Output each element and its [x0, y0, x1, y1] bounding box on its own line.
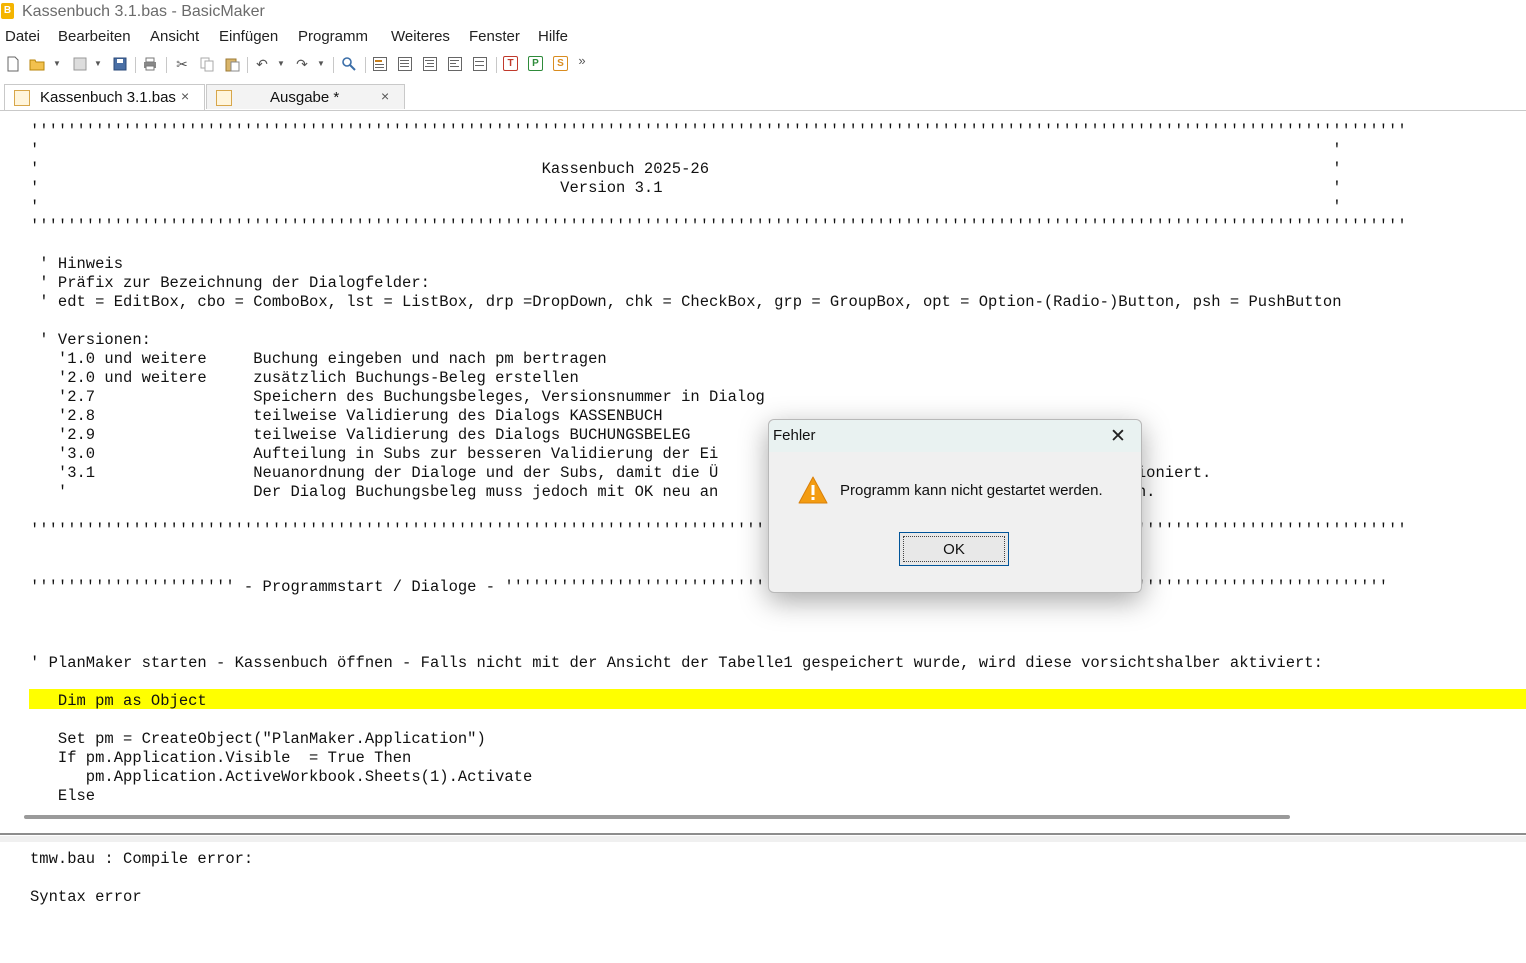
output-line: tmw.bau : Compile error: — [30, 850, 254, 868]
redo-dropdown-icon[interactable]: ▼ — [317, 59, 325, 68]
code-line: ''''''''''''''''''''''''''''''''''''''''… — [30, 217, 1407, 235]
toolbar-separator — [365, 57, 366, 73]
step-over-icon[interactable] — [447, 56, 463, 72]
planmaker-icon[interactable]: P — [528, 56, 543, 71]
tab-label: Ausgabe * — [270, 89, 340, 106]
step-icon[interactable] — [397, 56, 413, 72]
menu-bearbeiten[interactable]: Bearbeiten — [58, 28, 131, 45]
menu-ansicht[interactable]: Ansicht — [150, 28, 199, 45]
basic-file-icon — [216, 90, 232, 106]
code-line: ' Kassenbuch 2025-26 ' — [30, 160, 1342, 178]
tab-label: Kassenbuch 3.1.bas — [40, 89, 176, 106]
open-dropdown-icon[interactable]: ▼ — [53, 59, 61, 68]
menu-einfuegen[interactable]: Einfügen — [219, 28, 278, 45]
menu-weiteres[interactable]: Weiteres — [391, 28, 450, 45]
code-line: ' ' — [30, 198, 1342, 216]
code-line: '1.0 und weitere Buchung eingeben und na… — [30, 350, 607, 368]
search-icon[interactable] — [341, 56, 357, 72]
dialog-close-icon[interactable]: ✕ — [1110, 425, 1126, 448]
toolbar-overflow-icon[interactable]: » — [574, 53, 590, 69]
code-line: '3.0 Aufteilung in Subs zur besseren Val… — [30, 445, 719, 463]
menu-fenster[interactable]: Fenster — [469, 28, 520, 45]
save-dropdown-icon[interactable]: ▼ — [94, 59, 102, 68]
print-icon[interactable] — [142, 56, 158, 72]
tab-close-icon[interactable]: × — [381, 88, 389, 104]
output-pane: tmw.bau : Compile error: Syntax error — [3, 843, 1523, 958]
undo-icon[interactable]: ↶ — [254, 56, 270, 72]
code-line: ' Hinweis — [30, 255, 124, 273]
code-line: '''''''''''''''''''''' - Programmstart /… — [30, 578, 1389, 596]
basic-file-icon — [14, 90, 30, 106]
redo-icon[interactable]: ↷ — [294, 56, 310, 72]
menu-hilfe[interactable]: Hilfe — [538, 28, 568, 45]
pane-splitter[interactable] — [0, 833, 1526, 835]
new-file-icon[interactable] — [5, 56, 21, 72]
pane-splitter-gap — [0, 836, 1526, 842]
code-editor[interactable]: ''''''''''''''''''''''''''''''''''''''''… — [3, 116, 1526, 808]
app-icon: B — [1, 3, 14, 19]
toolbar-separator — [333, 57, 334, 73]
toolbar-separator — [247, 57, 248, 73]
dialog-message: Programm kann nicht gestartet werden. — [840, 482, 1103, 499]
tab-close-icon[interactable]: × — [181, 88, 189, 104]
step-out-icon[interactable] — [472, 56, 488, 72]
code-line: ''''''''''''''''''''''''''''''''''''''''… — [30, 122, 1407, 140]
code-line: ' ' — [30, 141, 1342, 159]
step-into-icon[interactable] — [422, 56, 438, 72]
paste-icon[interactable] — [224, 56, 240, 72]
presentations-icon[interactable]: S — [553, 56, 568, 71]
code-line: ' Präfix zur Bezeichnung der Dialogfelde… — [30, 274, 430, 292]
code-line: pm.Application.ActiveWorkbook.Sheets(1).… — [30, 768, 533, 786]
output-line: Syntax error — [30, 888, 142, 906]
copy-icon[interactable] — [199, 56, 215, 72]
save-all-icon[interactable] — [72, 56, 88, 72]
toolbar: ▼ ▼ ✂ ↶ ▼ ↷ ▼ T P S » — [0, 53, 1526, 77]
code-line: Set pm = CreateObject("PlanMaker.Applica… — [30, 730, 486, 748]
save-icon[interactable] — [112, 56, 128, 72]
code-line: '2.7 Speichern des Buchungsbeleges, Vers… — [30, 388, 765, 406]
code-line: ' Version 3.1 ' — [30, 179, 1342, 197]
current-line-highlight — [29, 689, 1526, 709]
scrollbar-thumb[interactable] — [24, 815, 1290, 819]
warning-icon — [798, 476, 828, 509]
tab-ausgabe[interactable]: Ausgabe * × — [206, 84, 405, 109]
document-tab-bar: Kassenbuch 3.1.bas × Ausgabe * × — [0, 84, 1526, 111]
toolbar-separator — [166, 57, 167, 73]
title-bar: B Kassenbuch 3.1.bas - BasicMaker — [0, 0, 1526, 24]
tab-kassenbuch[interactable]: Kassenbuch 3.1.bas × — [4, 84, 205, 110]
cut-icon[interactable]: ✂ — [174, 56, 190, 72]
code-line: ' edt = EditBox, cbo = ComboBox, lst = L… — [30, 293, 1342, 311]
open-folder-icon[interactable] — [29, 56, 45, 72]
code-line: Else — [30, 787, 96, 805]
code-line: If pm.Application.Visible = True Then — [30, 749, 412, 767]
dialog-editor-icon[interactable] — [372, 56, 388, 72]
dialog-title-bar: Fehler ✕ — [769, 420, 1141, 452]
menu-datei[interactable]: Datei — [5, 28, 40, 45]
code-line: ' Versionen: — [30, 331, 151, 349]
code-line: '2.0 und weitere zusätzlich Buchungs-Bel… — [30, 369, 579, 387]
code-line: '2.9 teilweise Validierung des Dialogs B… — [30, 426, 691, 444]
menu-bar: Datei Bearbeiten Ansicht Einfügen Progra… — [0, 28, 1526, 50]
error-dialog: Fehler ✕ Programm kann nicht gestartet w… — [768, 419, 1142, 593]
code-line: '2.8 teilweise Validierung des Dialogs K… — [30, 407, 663, 425]
code-line: Dim pm as Object — [30, 692, 207, 710]
toolbar-separator — [135, 57, 136, 73]
code-line: ' PlanMaker starten - Kassenbuch öffnen … — [30, 654, 1323, 672]
undo-dropdown-icon[interactable]: ▼ — [277, 59, 285, 68]
code-line: ''''''''''''''''''''''''''''''''''''''''… — [30, 521, 1407, 539]
toolbar-separator — [496, 57, 497, 73]
window-title: Kassenbuch 3.1.bas - BasicMaker — [22, 3, 265, 20]
ok-button[interactable]: OK — [899, 532, 1009, 566]
textmaker-icon[interactable]: T — [503, 56, 518, 71]
dialog-title: Fehler — [773, 427, 816, 444]
menu-programm[interactable]: Programm — [298, 28, 368, 45]
